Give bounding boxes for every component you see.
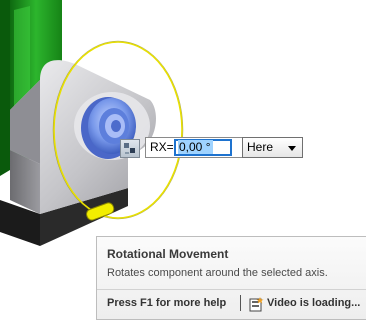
command-tooltip: Rotational Movement Rotates component ar… — [96, 236, 366, 320]
rotate-grip-icon[interactable] — [120, 139, 140, 158]
rx-label: RX= — [150, 140, 174, 154]
tooltip-title: Rotational Movement — [107, 247, 229, 261]
rx-value-input[interactable]: 0,00 ° — [174, 139, 232, 156]
tooltip-help-text: Press F1 for more help — [107, 297, 227, 309]
tooltip-divider — [97, 289, 366, 290]
tooltip-video-link[interactable]: Video is loading... — [267, 297, 360, 309]
video-icon[interactable] — [249, 296, 265, 312]
dropdown-arrow-icon — [288, 146, 296, 151]
tooltip-separator — [240, 295, 241, 311]
reference-dropdown[interactable]: Here — [242, 137, 303, 158]
tooltip-description: Rotates component around the selected ax… — [107, 267, 328, 279]
rx-value-text: 0,00 ° — [178, 140, 213, 154]
reference-dropdown-value: Here — [247, 140, 274, 154]
